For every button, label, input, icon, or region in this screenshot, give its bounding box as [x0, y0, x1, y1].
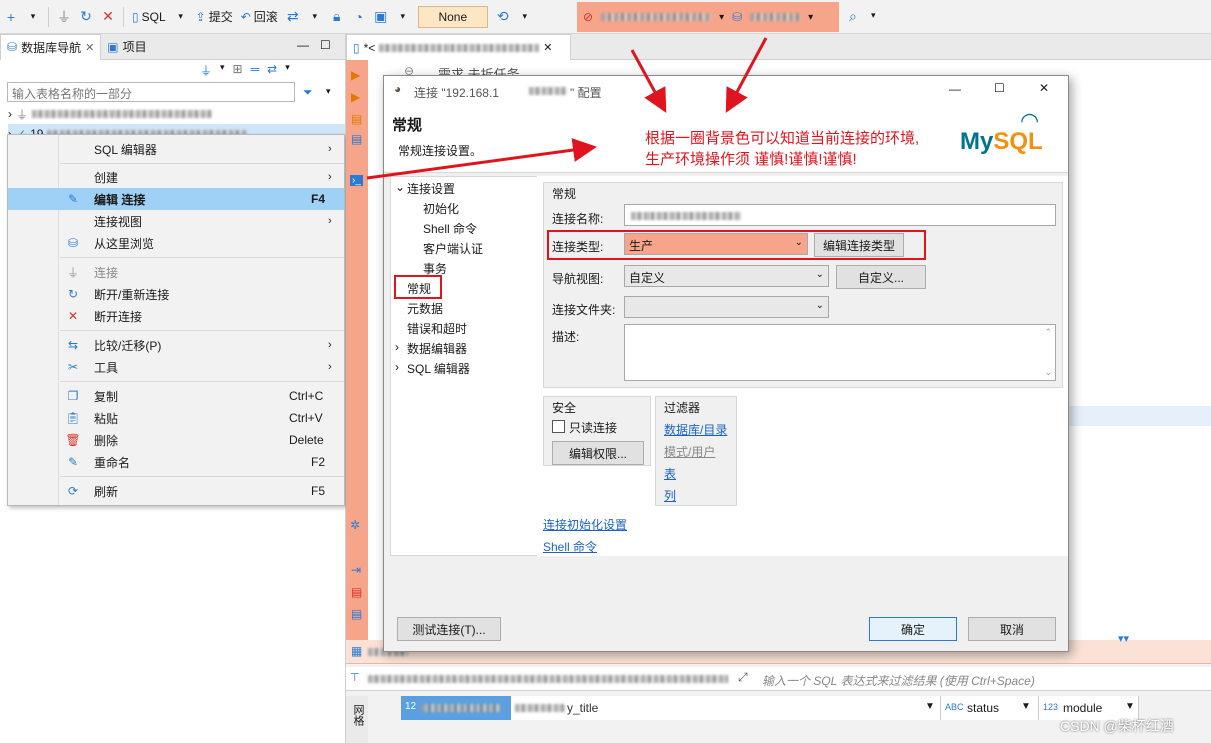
- arrow-to-toolbar: [630, 49, 667, 113]
- watermark: CSDN @柴杯红酒: [1060, 718, 1174, 734]
- arrow-to-strip: [366, 138, 597, 180]
- arrow-to-toolbar: [725, 37, 768, 113]
- annotation-arrows: [366, 37, 768, 180]
